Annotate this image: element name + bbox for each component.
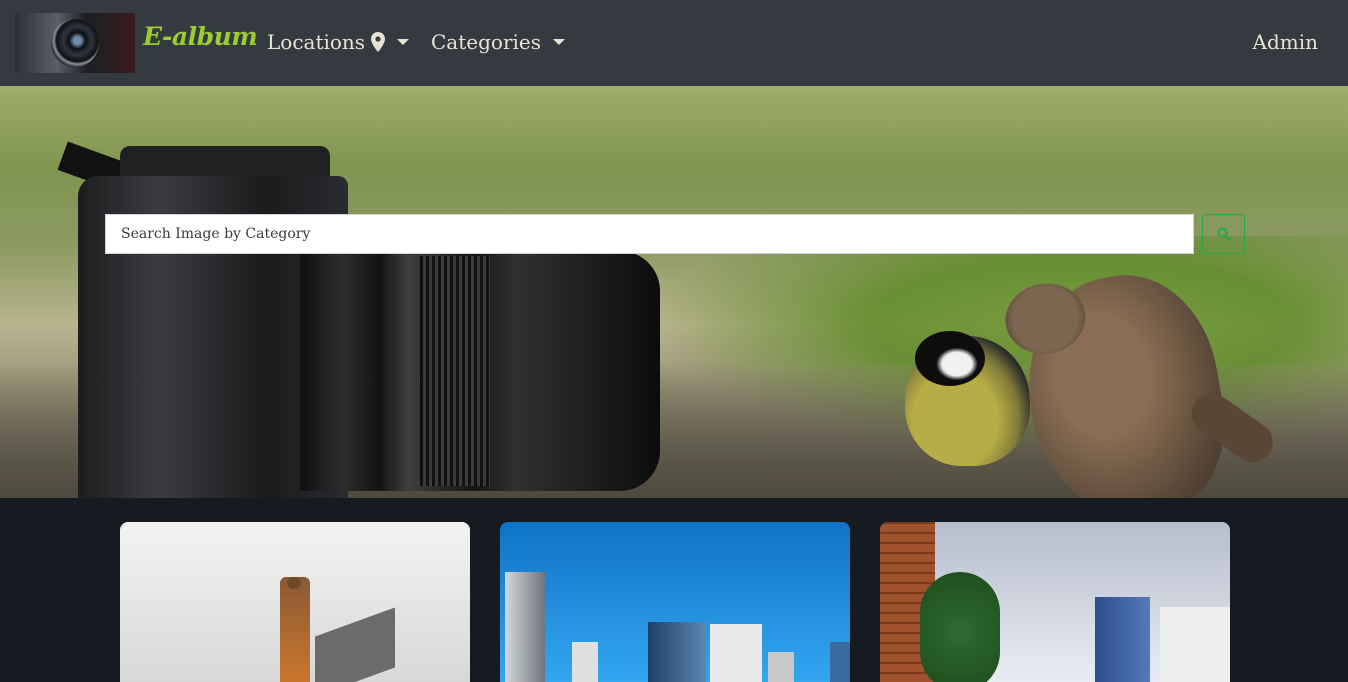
skyline-building (648, 622, 706, 682)
brand-title[interactable]: E-album (143, 22, 258, 51)
monument-wall (315, 607, 395, 682)
monument-statue-top (287, 577, 301, 589)
monument-statue (280, 577, 310, 682)
nav-admin-link[interactable]: Admin (1253, 30, 1319, 54)
skyline-building (768, 652, 794, 682)
skyline-building (572, 642, 598, 682)
gallery-card-street[interactable] (880, 522, 1230, 682)
gallery-card-monument[interactable] (120, 522, 470, 682)
caret-down-icon (553, 39, 565, 45)
glass-building (1095, 597, 1150, 682)
nav-categories-dropdown[interactable]: Categories (431, 30, 565, 54)
gallery-card-city-skyline[interactable] (500, 522, 850, 682)
search-input[interactable] (105, 214, 1194, 254)
brand-logo-image[interactable] (15, 13, 135, 73)
skyline-building (710, 624, 762, 682)
skyline-building (505, 572, 545, 682)
tree (920, 572, 1000, 682)
nav-locations-dropdown[interactable]: Locations (267, 30, 410, 54)
camera-lens-icon (51, 19, 99, 67)
bird-head (915, 331, 985, 386)
hero-banner (0, 86, 1348, 498)
search-button[interactable] (1202, 214, 1245, 254)
white-building (1160, 607, 1230, 682)
bird-great-tit (905, 331, 1030, 466)
caret-down-icon (397, 39, 410, 45)
search-icon (1217, 227, 1231, 241)
nav-categories-label: Categories (431, 30, 541, 54)
map-marker-icon (371, 32, 386, 52)
camera-lens-grip (420, 256, 490, 486)
skyline-building (830, 642, 850, 682)
navbar: E-album Locations Categories Admin (0, 0, 1348, 86)
nav-locations-label: Locations (267, 30, 366, 54)
